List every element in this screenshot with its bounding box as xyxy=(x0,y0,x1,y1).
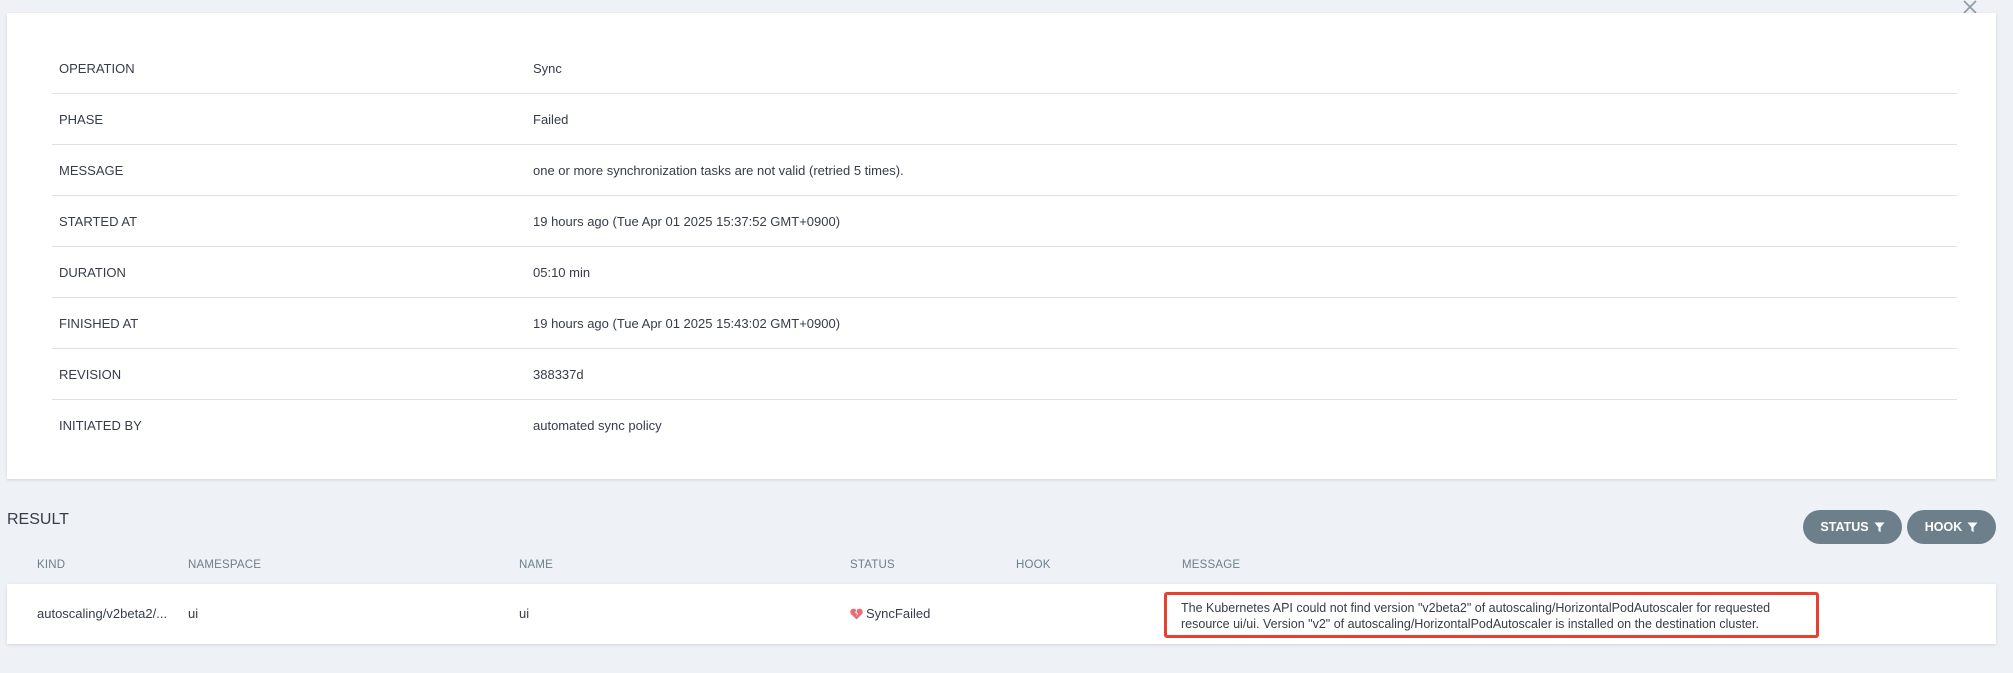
phase-row: PHASE Failed xyxy=(52,94,1957,145)
revision-value: 388337d xyxy=(533,367,584,382)
operation-row: OPERATION Sync xyxy=(52,43,1957,94)
finished-at-row: FINISHED AT 19 hours ago (Tue Apr 01 202… xyxy=(52,298,1957,349)
filter-icon xyxy=(1967,522,1978,532)
duration-value: 05:10 min xyxy=(533,265,591,280)
status-text: SyncFailed xyxy=(866,606,931,621)
hook-filter-label: HOOK xyxy=(1924,520,1963,534)
result-message: The Kubernetes API could not find versio… xyxy=(1164,592,1819,638)
operation-value: Sync xyxy=(533,61,562,76)
finished-at-value: 19 hours ago (Tue Apr 01 2025 15:43:02 G… xyxy=(533,316,841,331)
table-row[interactable]: autoscaling/v2beta2/... ui ui SyncFailed… xyxy=(7,584,1996,644)
revision-row: REVISION 388337d xyxy=(52,349,1957,400)
message-row: MESSAGE one or more synchronization task… xyxy=(52,145,1957,196)
finished-at-label: FINISHED AT xyxy=(59,316,139,331)
status-filter-button[interactable]: STATUS xyxy=(1803,510,1902,544)
column-header-kind: KIND xyxy=(37,559,66,571)
message-value: one or more synchronization tasks are no… xyxy=(533,163,904,178)
started-at-row: STARTED AT 19 hours ago (Tue Apr 01 2025… xyxy=(52,196,1957,247)
column-header-hook: HOOK xyxy=(1016,559,1051,571)
started-at-value: 19 hours ago (Tue Apr 01 2025 15:37:52 G… xyxy=(533,214,841,229)
filter-icon xyxy=(1874,522,1885,532)
duration-row: DURATION 05:10 min xyxy=(52,247,1957,298)
phase-label: PHASE xyxy=(59,112,104,127)
column-header-namespace: NAMESPACE xyxy=(188,559,262,571)
operation-details-panel: OPERATION Sync PHASE Failed MESSAGE one … xyxy=(7,13,1996,479)
phase-value: Failed xyxy=(533,112,569,127)
column-header-name: NAME xyxy=(519,559,554,571)
resource-status: SyncFailed xyxy=(850,584,930,644)
resource-namespace: ui xyxy=(188,606,199,621)
revision-label: REVISION xyxy=(59,367,122,382)
column-header-status: STATUS xyxy=(850,559,895,571)
initiated-by-row: INITIATED BY automated sync policy xyxy=(52,400,1957,451)
message-label: MESSAGE xyxy=(59,163,124,178)
resource-kind: autoscaling/v2beta2/... xyxy=(37,606,168,621)
initiated-by-label: INITIATED BY xyxy=(59,418,142,433)
operation-details-table: OPERATION Sync PHASE Failed MESSAGE one … xyxy=(52,43,1957,451)
initiated-by-value: automated sync policy xyxy=(533,418,662,433)
duration-label: DURATION xyxy=(59,265,126,280)
resource-name: ui xyxy=(519,606,530,621)
status-filter-label: STATUS xyxy=(1820,520,1869,534)
broken-heart-icon xyxy=(850,608,863,620)
result-section-title: RESULT xyxy=(7,511,69,528)
started-at-label: STARTED AT xyxy=(59,214,138,229)
operation-label: OPERATION xyxy=(59,61,135,76)
column-header-message: MESSAGE xyxy=(1182,559,1241,571)
hook-filter-button[interactable]: HOOK xyxy=(1907,510,1996,544)
